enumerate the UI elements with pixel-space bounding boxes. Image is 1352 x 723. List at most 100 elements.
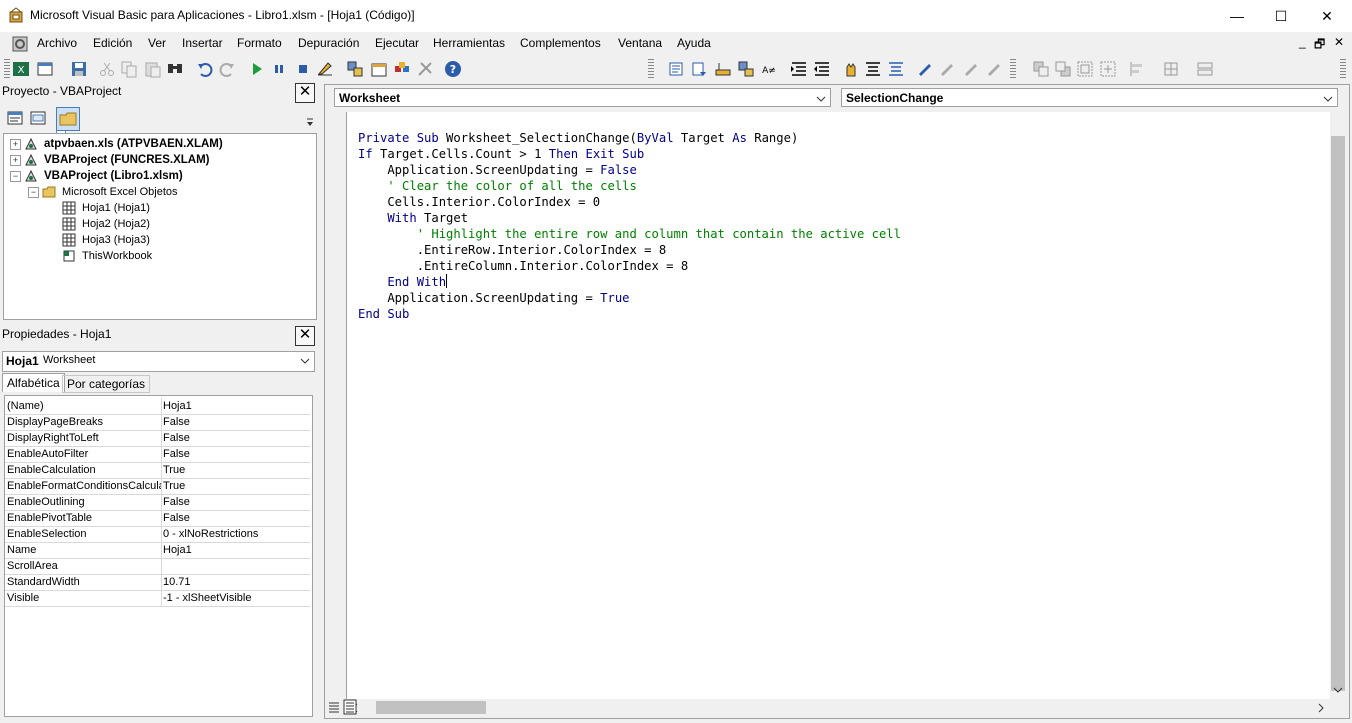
comment-block-icon[interactable] (864, 60, 882, 78)
property-row[interactable]: (Name) Hoja1 (5, 398, 310, 415)
menu-edicion[interactable]: Edición (93, 36, 132, 50)
property-value[interactable]: Hoja1 (163, 398, 311, 414)
toolbar-end-grip[interactable] (1340, 59, 1346, 79)
property-value[interactable]: False (163, 430, 311, 446)
code-line[interactable]: ' Highlight the entire row and column th… (358, 226, 901, 242)
property-row[interactable]: DisplayRightToLeft False (5, 430, 310, 447)
project-pane-close-button[interactable]: ✕ (295, 83, 315, 103)
property-row[interactable]: EnableCalculation True (5, 462, 310, 479)
menu-herramientas[interactable]: Herramientas (433, 36, 505, 50)
indent-icon[interactable] (790, 60, 808, 78)
property-row[interactable]: StandardWidth 10.71 (5, 574, 310, 591)
menu-insertar[interactable]: Insertar (182, 36, 223, 50)
maximize-button[interactable]: ☐ (1258, 0, 1304, 32)
code-vertical-scrollbar[interactable] (1330, 112, 1347, 699)
vba-menu-icon[interactable] (12, 36, 28, 52)
make-same-size-icon[interactable] (1196, 60, 1214, 78)
toggle-folders-button[interactable] (56, 107, 80, 131)
design-mode-icon[interactable] (316, 60, 334, 78)
help-icon[interactable]: ? (444, 60, 462, 78)
send-to-back-icon[interactable] (1054, 60, 1072, 78)
project-tree[interactable]: + atpvbaen.xls (ATPVBAEN.XLAM) + VBAProject… (3, 133, 317, 320)
code-horizontal-scrollbar[interactable] (346, 699, 1330, 716)
view-code-icon[interactable] (6, 109, 24, 127)
previous-bookmark-icon[interactable] (962, 60, 980, 78)
bring-to-front-icon[interactable] (1032, 60, 1050, 78)
property-row[interactable]: EnableFormatConditionsCalculat True (5, 478, 310, 495)
menu-complementos[interactable]: Complementos (520, 36, 601, 50)
code-line[interactable]: Application.ScreenUpdating = True (358, 290, 901, 306)
list-properties-icon[interactable] (668, 60, 686, 78)
center-icon[interactable] (1162, 60, 1180, 78)
excel-view-icon[interactable]: X (12, 60, 30, 78)
reset-icon[interactable] (294, 60, 312, 78)
complete-word-icon[interactable]: A≠ (760, 60, 778, 78)
code-line[interactable]: Cells.Interior.ColorIndex = 0 (358, 194, 901, 210)
vertical-scroll-thumb[interactable] (1331, 136, 1345, 691)
uncomment-block-icon[interactable] (887, 60, 905, 78)
close-button[interactable]: ✕ (1304, 0, 1350, 32)
code-line[interactable]: If Target.Cells.Count > 1 Then Exit Sub (358, 146, 901, 162)
toggle-breakpoint-icon[interactable] (842, 60, 860, 78)
tree-expander-icon[interactable]: + (10, 139, 21, 150)
toggle-bookmark-icon[interactable] (916, 60, 934, 78)
property-value[interactable]: True (163, 462, 311, 478)
tree-expander-icon[interactable]: − (28, 187, 39, 198)
code-line[interactable]: Application.ScreenUpdating = False (358, 162, 901, 178)
object-browser-icon[interactable] (393, 60, 411, 78)
properties-icon[interactable] (370, 60, 388, 78)
undo-icon[interactable] (196, 60, 214, 78)
menu-ver[interactable]: Ver (148, 36, 166, 50)
mdi-restore-button[interactable]: 🗗 (1314, 35, 1325, 56)
procedure-combo[interactable]: SelectionChange (841, 88, 1338, 107)
procedure-view-icon[interactable] (328, 700, 340, 714)
property-value[interactable]: Hoja1 (163, 542, 311, 558)
quick-info-icon[interactable] (714, 60, 732, 78)
paste-icon[interactable] (144, 60, 162, 78)
scroll-down-arrow-icon[interactable] (1333, 685, 1343, 695)
run-icon[interactable] (248, 60, 266, 78)
toolbar-grip[interactable] (4, 59, 10, 79)
property-value[interactable]: False (163, 414, 311, 430)
object-combo[interactable]: Worksheet (334, 88, 831, 107)
tab-por-categorias[interactable]: Por categorías (62, 375, 151, 393)
properties-grid[interactable]: (Name) Hoja1 DisplayPageBreaks False Display… (4, 395, 313, 717)
list-constants-icon[interactable] (690, 60, 708, 78)
mdi-minimize-button[interactable]: _ (1299, 35, 1306, 49)
property-row[interactable]: DisplayPageBreaks False (5, 414, 310, 431)
break-icon[interactable] (270, 60, 288, 78)
property-row[interactable]: EnablePivotTable False (5, 510, 310, 527)
property-row[interactable]: EnableOutlining False (5, 494, 310, 511)
code-line[interactable]: With Target (358, 210, 901, 226)
minimize-button[interactable]: — (1214, 0, 1260, 32)
code-line[interactable]: Private Sub Worksheet_SelectionChange(By… (358, 130, 901, 146)
property-row[interactable]: ScrollArea (5, 558, 310, 575)
properties-object-combo[interactable]: Hoja1 Worksheet (2, 351, 315, 372)
code-lines[interactable]: Private Sub Worksheet_SelectionChange(By… (358, 130, 901, 322)
properties-pane-close-button[interactable]: ✕ (295, 326, 315, 346)
find-icon[interactable] (166, 60, 184, 78)
menu-ventana[interactable]: Ventana (618, 36, 662, 50)
menu-ayuda[interactable]: Ayuda (677, 36, 711, 50)
property-row[interactable]: EnableSelection 0 - xlNoRestrictions (5, 526, 310, 543)
userform-toolbar-grip[interactable] (1010, 59, 1016, 79)
property-value[interactable]: False (163, 510, 311, 526)
property-value[interactable]: False (163, 446, 311, 462)
code-line[interactable]: .EntireColumn.Interior.ColorIndex = 8 (358, 258, 901, 274)
menu-ejecutar[interactable]: Ejecutar (375, 36, 419, 50)
property-value[interactable]: -1 - xlSheetVisible (163, 590, 311, 606)
edit-toolbar-grip[interactable] (648, 59, 654, 79)
property-value[interactable]: 0 - xlNoRestrictions (163, 526, 311, 542)
tree-expander-icon[interactable]: + (10, 155, 21, 166)
code-line[interactable]: .EntireRow.Interior.ColorIndex = 8 (358, 242, 901, 258)
scroll-right-arrow-icon[interactable] (1316, 703, 1326, 713)
insert-module-icon[interactable] (36, 60, 54, 78)
horizontal-scroll-thumb[interactable] (376, 701, 486, 714)
redo-icon[interactable] (218, 60, 236, 78)
full-module-view-icon[interactable] (343, 699, 357, 715)
property-value[interactable]: 10.71 (163, 574, 311, 590)
menu-depuracion[interactable]: Depuración (298, 36, 359, 50)
tab-alfabetica[interactable]: Alfabética (2, 373, 65, 392)
property-row[interactable]: EnableAutoFilter False (5, 446, 310, 463)
group-icon[interactable] (1076, 60, 1094, 78)
